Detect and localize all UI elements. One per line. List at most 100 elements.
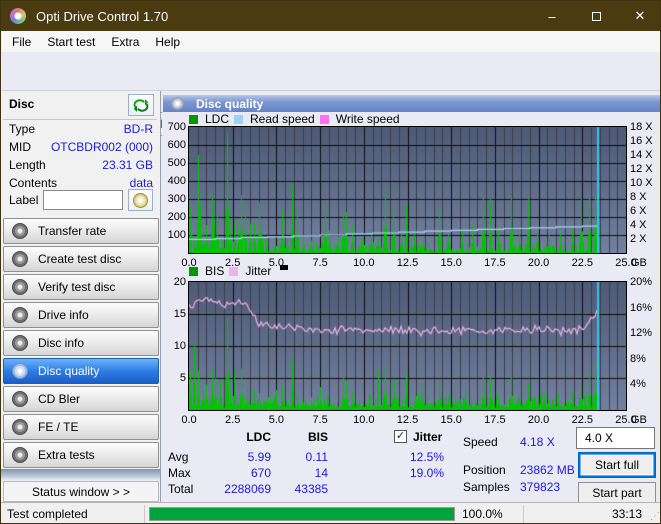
position-stat-value: 23862 MB: [520, 463, 575, 477]
menu-start-test[interactable]: Start test: [39, 31, 103, 52]
axis-tick-label: 2 X: [630, 233, 647, 245]
disc-icon: [12, 447, 28, 463]
panel-title: Disc quality: [196, 96, 264, 111]
disc-icon: [171, 97, 184, 110]
type-label: Type: [9, 122, 36, 136]
axis-tick-label: 16%: [630, 301, 653, 314]
axis-tick-label: 16 X: [630, 135, 653, 147]
type-value: BD-R: [123, 122, 153, 136]
total-row-label: Total: [168, 482, 194, 496]
start-part-button[interactable]: Start part: [578, 482, 656, 504]
axis-tick-label: 17.5: [484, 414, 506, 426]
axis-tick-label: 22.5: [571, 414, 593, 426]
axis-tick-label: 22.5: [571, 257, 593, 269]
sidebar-item-drive-info[interactable]: Drive info: [3, 302, 159, 328]
axis-tick-label: 10.0: [353, 257, 375, 269]
axis-tick-label: 500: [167, 157, 186, 169]
axis-tick-label: 5: [179, 372, 186, 384]
axis-tick-label: 8 X: [630, 191, 647, 203]
sidebar-item-label: FE / TE: [38, 420, 79, 434]
axis-tick-label: 7.5: [312, 414, 328, 426]
samples-stat-label: Samples: [463, 480, 510, 494]
axis-tick-label: GB: [631, 414, 647, 426]
disc-icon: [12, 307, 28, 323]
sidebar-gradient: [1, 469, 160, 481]
position-marker-icon: [280, 264, 289, 270]
sidebar-item-label: Drive info: [38, 308, 89, 322]
disc-icon: [12, 363, 28, 379]
length-value: 23.31 GB: [102, 158, 153, 172]
axis-tick-label: 20.0: [527, 257, 550, 269]
status-text: Test completed: [7, 507, 88, 521]
maximize-icon: [591, 11, 601, 21]
label-input[interactable]: [43, 190, 123, 210]
axis-tick-label: 200: [167, 211, 186, 223]
axis-tick-label: 700: [167, 121, 186, 133]
axis-tick-label: 5.0: [268, 414, 285, 426]
chart1-legend: LDC Read speed Write speed: [189, 112, 400, 126]
disc-panel-title: Disc: [9, 97, 35, 111]
window-title: Opti Drive Control 1.70: [36, 8, 169, 24]
start-full-button[interactable]: Start full: [578, 452, 656, 478]
elapsed-time: 33:13: [611, 507, 642, 521]
sidebar-item-verify-test-disc[interactable]: Verify test disc: [3, 274, 159, 300]
menu-help[interactable]: Help: [147, 31, 188, 52]
sidebar: Disc Type BD-R MID OTCBDR002 (000) Lengt…: [1, 91, 161, 503]
refresh-icon: [133, 98, 149, 112]
sidebar-item-label: Create test disc: [38, 252, 122, 266]
legend-label: Read speed: [250, 112, 315, 126]
sidebar-item-label: Extra tests: [38, 448, 95, 462]
statusbar-separator: [144, 505, 145, 523]
test-speed-value: 4.0 X: [585, 431, 614, 445]
read-speed-swatch-icon: [234, 114, 244, 124]
disc-type-row: Type BD-R: [9, 122, 155, 138]
sidebar-item-disc-quality[interactable]: Disc quality: [3, 358, 159, 384]
menu-extra[interactable]: Extra: [103, 31, 147, 52]
axis-tick-label: 17.5: [484, 257, 506, 269]
disc-refresh-button[interactable]: [128, 94, 154, 116]
axis-tick-label: 2.5: [225, 414, 241, 426]
disc-mid-row: MID OTCBDR002 (000): [9, 140, 155, 156]
menu-bar: File Start test Extra Help: [2, 31, 660, 52]
axis-tick-label: 10.0: [353, 414, 375, 426]
sidebar-item-extra-tests[interactable]: Extra tests: [3, 442, 159, 468]
mid-value: OTCBDR002 (000): [50, 140, 153, 154]
axis-tick-label: 7.5: [312, 257, 328, 269]
axis-tick-label: 100: [167, 229, 186, 241]
divider: [3, 119, 157, 120]
progress-bar: [149, 507, 455, 521]
disc-icon: [12, 419, 28, 435]
close-button[interactable]: ✕: [618, 1, 660, 31]
max-bis-value: 14: [314, 466, 328, 480]
jitter-checkbox[interactable]: ✓: [394, 430, 407, 443]
sidebar-item-cd-bler[interactable]: CD Bler: [3, 386, 159, 412]
test-speed-select[interactable]: 4.0 X: [576, 427, 655, 449]
sidebar-item-fe-te[interactable]: FE / TE: [3, 414, 159, 440]
sidebar-item-transfer-rate[interactable]: Transfer rate: [3, 218, 159, 244]
axis-tick-label: 4 X: [630, 219, 647, 231]
legend-label: BIS: [205, 264, 225, 278]
axis-tick-label: 12%: [630, 327, 653, 340]
maximize-button[interactable]: [574, 1, 618, 31]
opti-drive-control-window: Opti Drive Control 1.70 – ✕ File Start t…: [0, 0, 661, 524]
legend-label: Write speed: [335, 112, 400, 126]
speed-stat-label: Speed: [463, 435, 498, 449]
resize-grip[interactable]: ⋰: [650, 511, 660, 522]
sidebar-item-label: Verify test disc: [38, 280, 116, 294]
statusbar-separator: [523, 505, 524, 523]
axis-tick-label: 18 X: [630, 121, 653, 133]
bis-column-header: BIS: [307, 430, 328, 444]
sidebar-item-disc-info[interactable]: Disc info: [3, 330, 159, 356]
status-bar: Test completed 100.0% 33:13 ⋰: [1, 502, 660, 523]
length-label: Length: [9, 158, 46, 172]
axis-tick-label: 15: [173, 308, 186, 320]
menu-file[interactable]: File: [4, 31, 39, 52]
disc-label-button[interactable]: [128, 189, 153, 211]
sidebar-item-create-test-disc[interactable]: Create test disc: [3, 246, 159, 272]
minimize-button[interactable]: –: [530, 1, 574, 31]
axis-tick-label: 10 X: [630, 177, 653, 189]
status-window-button[interactable]: Status window > >: [3, 481, 159, 502]
panel-header: Disc quality: [163, 95, 660, 112]
contents-label: Contents: [9, 176, 58, 190]
axis-tick-label: 14 X: [630, 149, 653, 161]
